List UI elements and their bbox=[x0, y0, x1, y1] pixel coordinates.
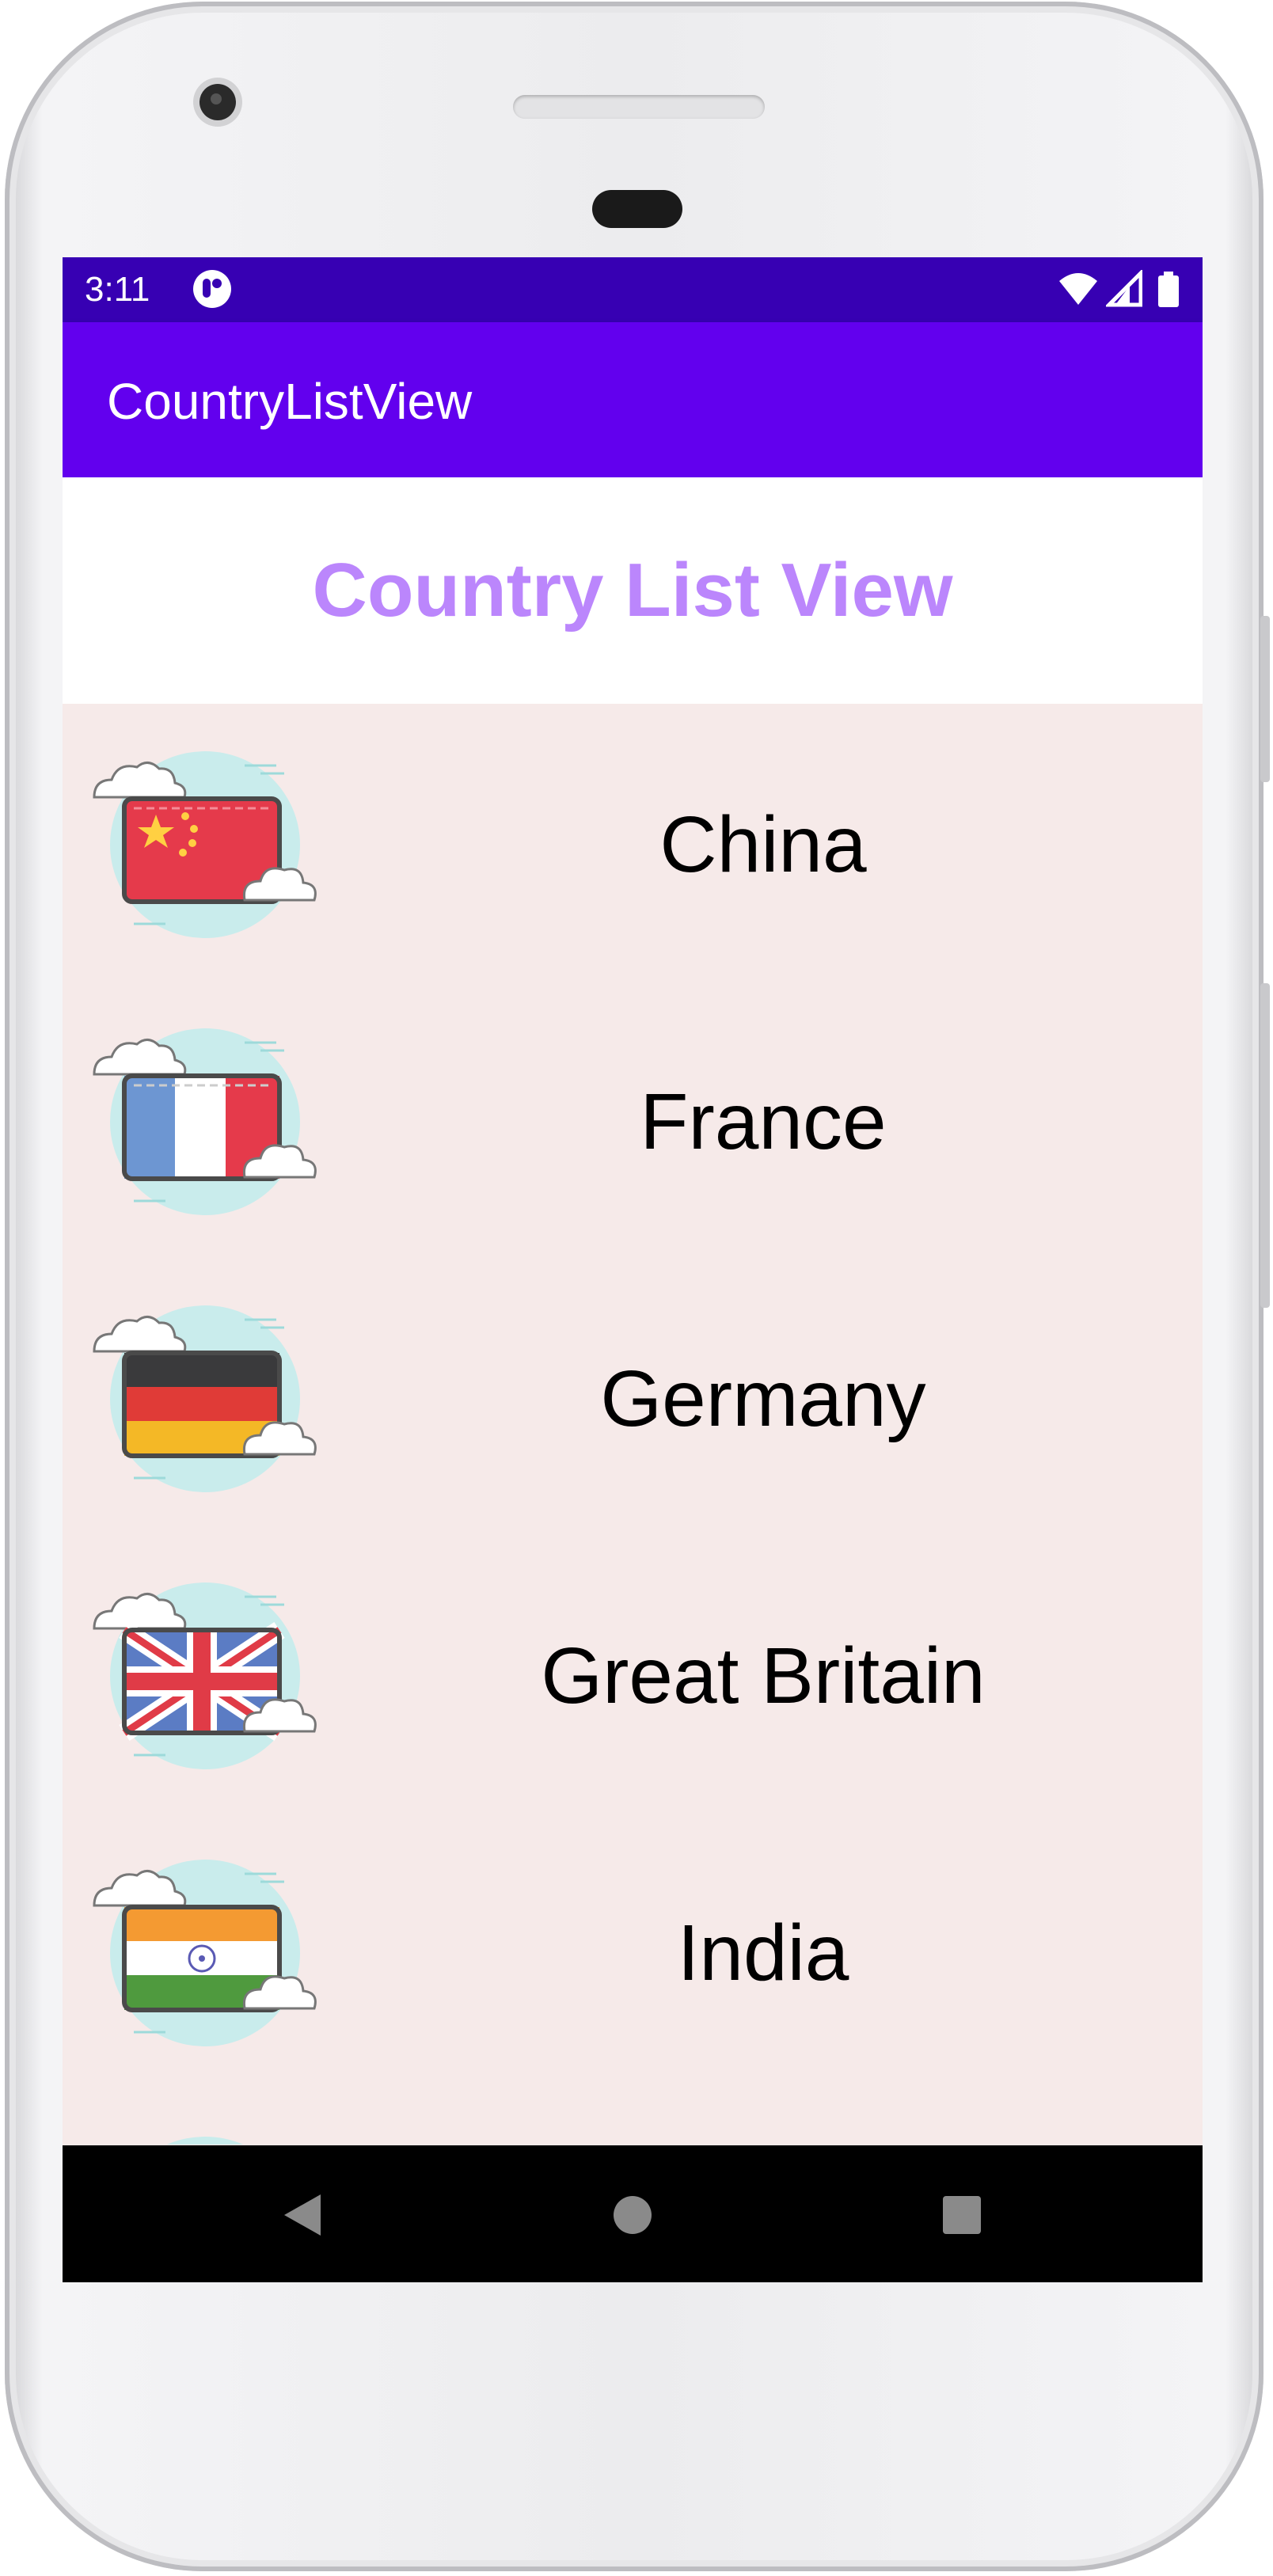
volume-button bbox=[1260, 983, 1270, 1308]
flag-icon bbox=[166, 2137, 244, 2145]
country-name: France bbox=[640, 1077, 887, 1166]
app-notification-icon bbox=[193, 270, 231, 308]
germany-flag-icon bbox=[93, 1305, 317, 1492]
wifi-icon bbox=[1059, 273, 1098, 305]
country-name: Great Britain bbox=[541, 1632, 986, 1720]
list-item-germany[interactable]: Germany bbox=[63, 1258, 1203, 1535]
list-item-france[interactable]: France bbox=[63, 981, 1203, 1258]
status-time: 3:11 bbox=[85, 270, 150, 309]
country-list[interactable]: China France Germany Great Britain India bbox=[63, 704, 1203, 2145]
earpiece-speaker bbox=[513, 95, 765, 119]
signal-icon bbox=[1105, 270, 1142, 307]
phone-frame: 3:11 CountryListView Country List View C… bbox=[5, 2, 1270, 2571]
page-title: Country List View bbox=[312, 548, 953, 633]
front-camera bbox=[200, 84, 236, 120]
status-bar: 3:11 bbox=[63, 257, 1203, 322]
country-name: Germany bbox=[600, 1354, 926, 1443]
app-bar-title: CountryListView bbox=[107, 373, 473, 430]
list-item-china[interactable]: China bbox=[63, 704, 1203, 981]
france-flag-icon bbox=[93, 1028, 317, 1215]
china-flag-icon bbox=[93, 751, 317, 938]
country-name: China bbox=[659, 800, 867, 889]
app-bar: CountryListView bbox=[63, 322, 1203, 477]
home-icon[interactable] bbox=[612, 2193, 653, 2237]
navigation-bar bbox=[63, 2145, 1203, 2282]
india-flag-icon bbox=[93, 1860, 317, 2046]
status-icons bbox=[1058, 270, 1180, 310]
list-item-great-britain[interactable]: Great Britain bbox=[63, 1535, 1203, 1812]
proximity-sensor bbox=[592, 190, 682, 228]
screen: 3:11 CountryListView Country List View C… bbox=[63, 257, 1203, 2282]
list-item-partial[interactable] bbox=[63, 2089, 1203, 2145]
recents-icon[interactable] bbox=[941, 2193, 982, 2237]
list-header: Country List View bbox=[63, 477, 1203, 704]
country-name: India bbox=[677, 1909, 849, 1997]
list-item-india[interactable]: India bbox=[63, 1812, 1203, 2089]
battery-icon bbox=[1158, 272, 1179, 307]
back-icon[interactable] bbox=[283, 2193, 324, 2237]
side-button bbox=[1260, 616, 1270, 782]
great-britain-flag-icon bbox=[93, 1582, 317, 1769]
